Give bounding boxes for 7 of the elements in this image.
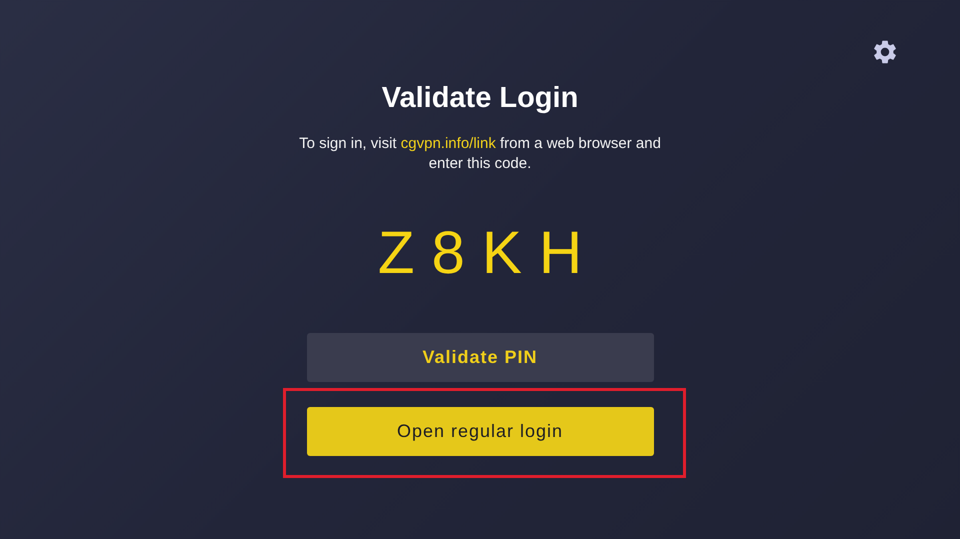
validate-button[interactable]: Validate PIN — [306, 333, 654, 382]
login-button[interactable]: Open regular login — [306, 407, 654, 456]
link[interactable]: cgvpn.info/link — [400, 135, 496, 152]
page-title: Validate Login — [382, 81, 578, 116]
settings-icon[interactable] — [871, 38, 899, 66]
instruction-text: To sign in, visit cgvpn.info/link from a web browser and enter this code. — [298, 134, 662, 174]
pin-code: Z8KH — [376, 218, 600, 288]
